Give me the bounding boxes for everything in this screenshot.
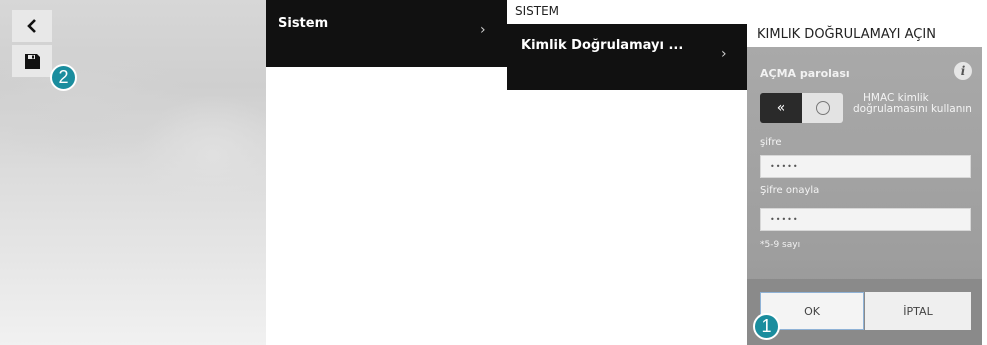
confirm-password-label: Şifre onayla bbox=[760, 185, 820, 196]
back-button[interactable] bbox=[12, 10, 52, 42]
authentication-dialog: AÇMA parolası i « HMAC kimlik doğrulamas… bbox=[747, 47, 982, 345]
chevron-right-icon: › bbox=[721, 46, 727, 62]
circle-icon bbox=[815, 101, 830, 115]
callout-badge-1: 1 bbox=[753, 313, 780, 340]
password-hint: *5-9 sayı bbox=[760, 240, 801, 250]
hmac-toggle[interactable]: « bbox=[760, 93, 843, 123]
menu-item-label: Sistem bbox=[278, 16, 329, 31]
dialog-title: KIMLIK DOĞRULAMAYI AÇIN bbox=[757, 27, 936, 42]
floppy-disk-icon bbox=[24, 53, 40, 69]
menu-item-sistem[interactable]: Sistem › bbox=[266, 0, 507, 67]
hmac-toggle-label: HMAC kimlik doğrulamasını kullanın bbox=[853, 92, 972, 115]
info-icon[interactable]: i bbox=[954, 62, 972, 80]
save-button[interactable] bbox=[12, 45, 52, 77]
callout-badge-2: 2 bbox=[50, 64, 77, 91]
breadcrumb: SISTEM bbox=[515, 4, 560, 18]
toggle-knob bbox=[802, 93, 843, 123]
section-label: AÇMA parolası bbox=[760, 67, 850, 80]
double-chevron-left-icon: « bbox=[760, 93, 802, 123]
menu-item-label: Kimlik Doğrulamayı ... bbox=[521, 38, 684, 53]
chevron-left-icon bbox=[27, 19, 36, 33]
cancel-button[interactable]: İPTAL bbox=[865, 292, 971, 330]
confirm-password-field[interactable]: ••••• bbox=[760, 208, 971, 231]
password-label: şifre bbox=[760, 137, 782, 148]
menu-item-kimlik-dogrulama[interactable]: Kimlik Doğrulamayı ... › bbox=[507, 24, 747, 90]
chevron-right-icon: › bbox=[480, 22, 486, 38]
password-field[interactable]: ••••• bbox=[760, 155, 971, 178]
